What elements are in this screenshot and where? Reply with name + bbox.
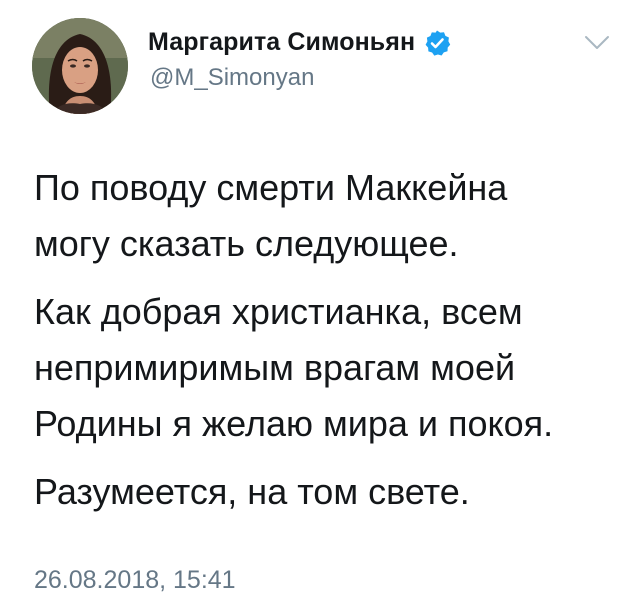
tweet-paragraph: Разумеется, на том свете. xyxy=(34,464,624,520)
tweet-line: могу сказать следующее. xyxy=(34,223,459,264)
avatar[interactable] xyxy=(32,18,128,114)
tweet-line: непримиримым врагам моей xyxy=(34,347,516,388)
tweet-paragraph: По поводу смерти Маккейна могу сказать с… xyxy=(34,160,624,272)
avatar-image xyxy=(32,18,128,114)
author-handle[interactable]: @M_Simonyan xyxy=(150,64,314,92)
tweet-line: По поводу смерти Маккейна xyxy=(34,167,508,208)
chevron-down-icon[interactable] xyxy=(584,34,610,52)
verified-badge-icon xyxy=(423,29,451,57)
tweet-line: Разумеется, на том свете. xyxy=(34,471,470,512)
tweet-line: Родины я желаю мира и покоя. xyxy=(34,403,554,444)
author-name-row[interactable]: Маргарита Симоньян xyxy=(148,28,451,57)
tweet-line: Как добрая христианка, всем xyxy=(34,291,523,332)
tweet-card: Маргарита Симоньян @M_Simonyan По поводу… xyxy=(0,0,638,610)
tweet-paragraph: Как добрая христианка, всем непримиримым… xyxy=(34,284,624,452)
author-display-name[interactable]: Маргарита Симоньян xyxy=(148,28,415,57)
tweet-timestamp[interactable]: 26.08.2018, 15:41 xyxy=(34,566,236,595)
tweet-text: По поводу смерти Маккейна могу сказать с… xyxy=(34,160,624,532)
